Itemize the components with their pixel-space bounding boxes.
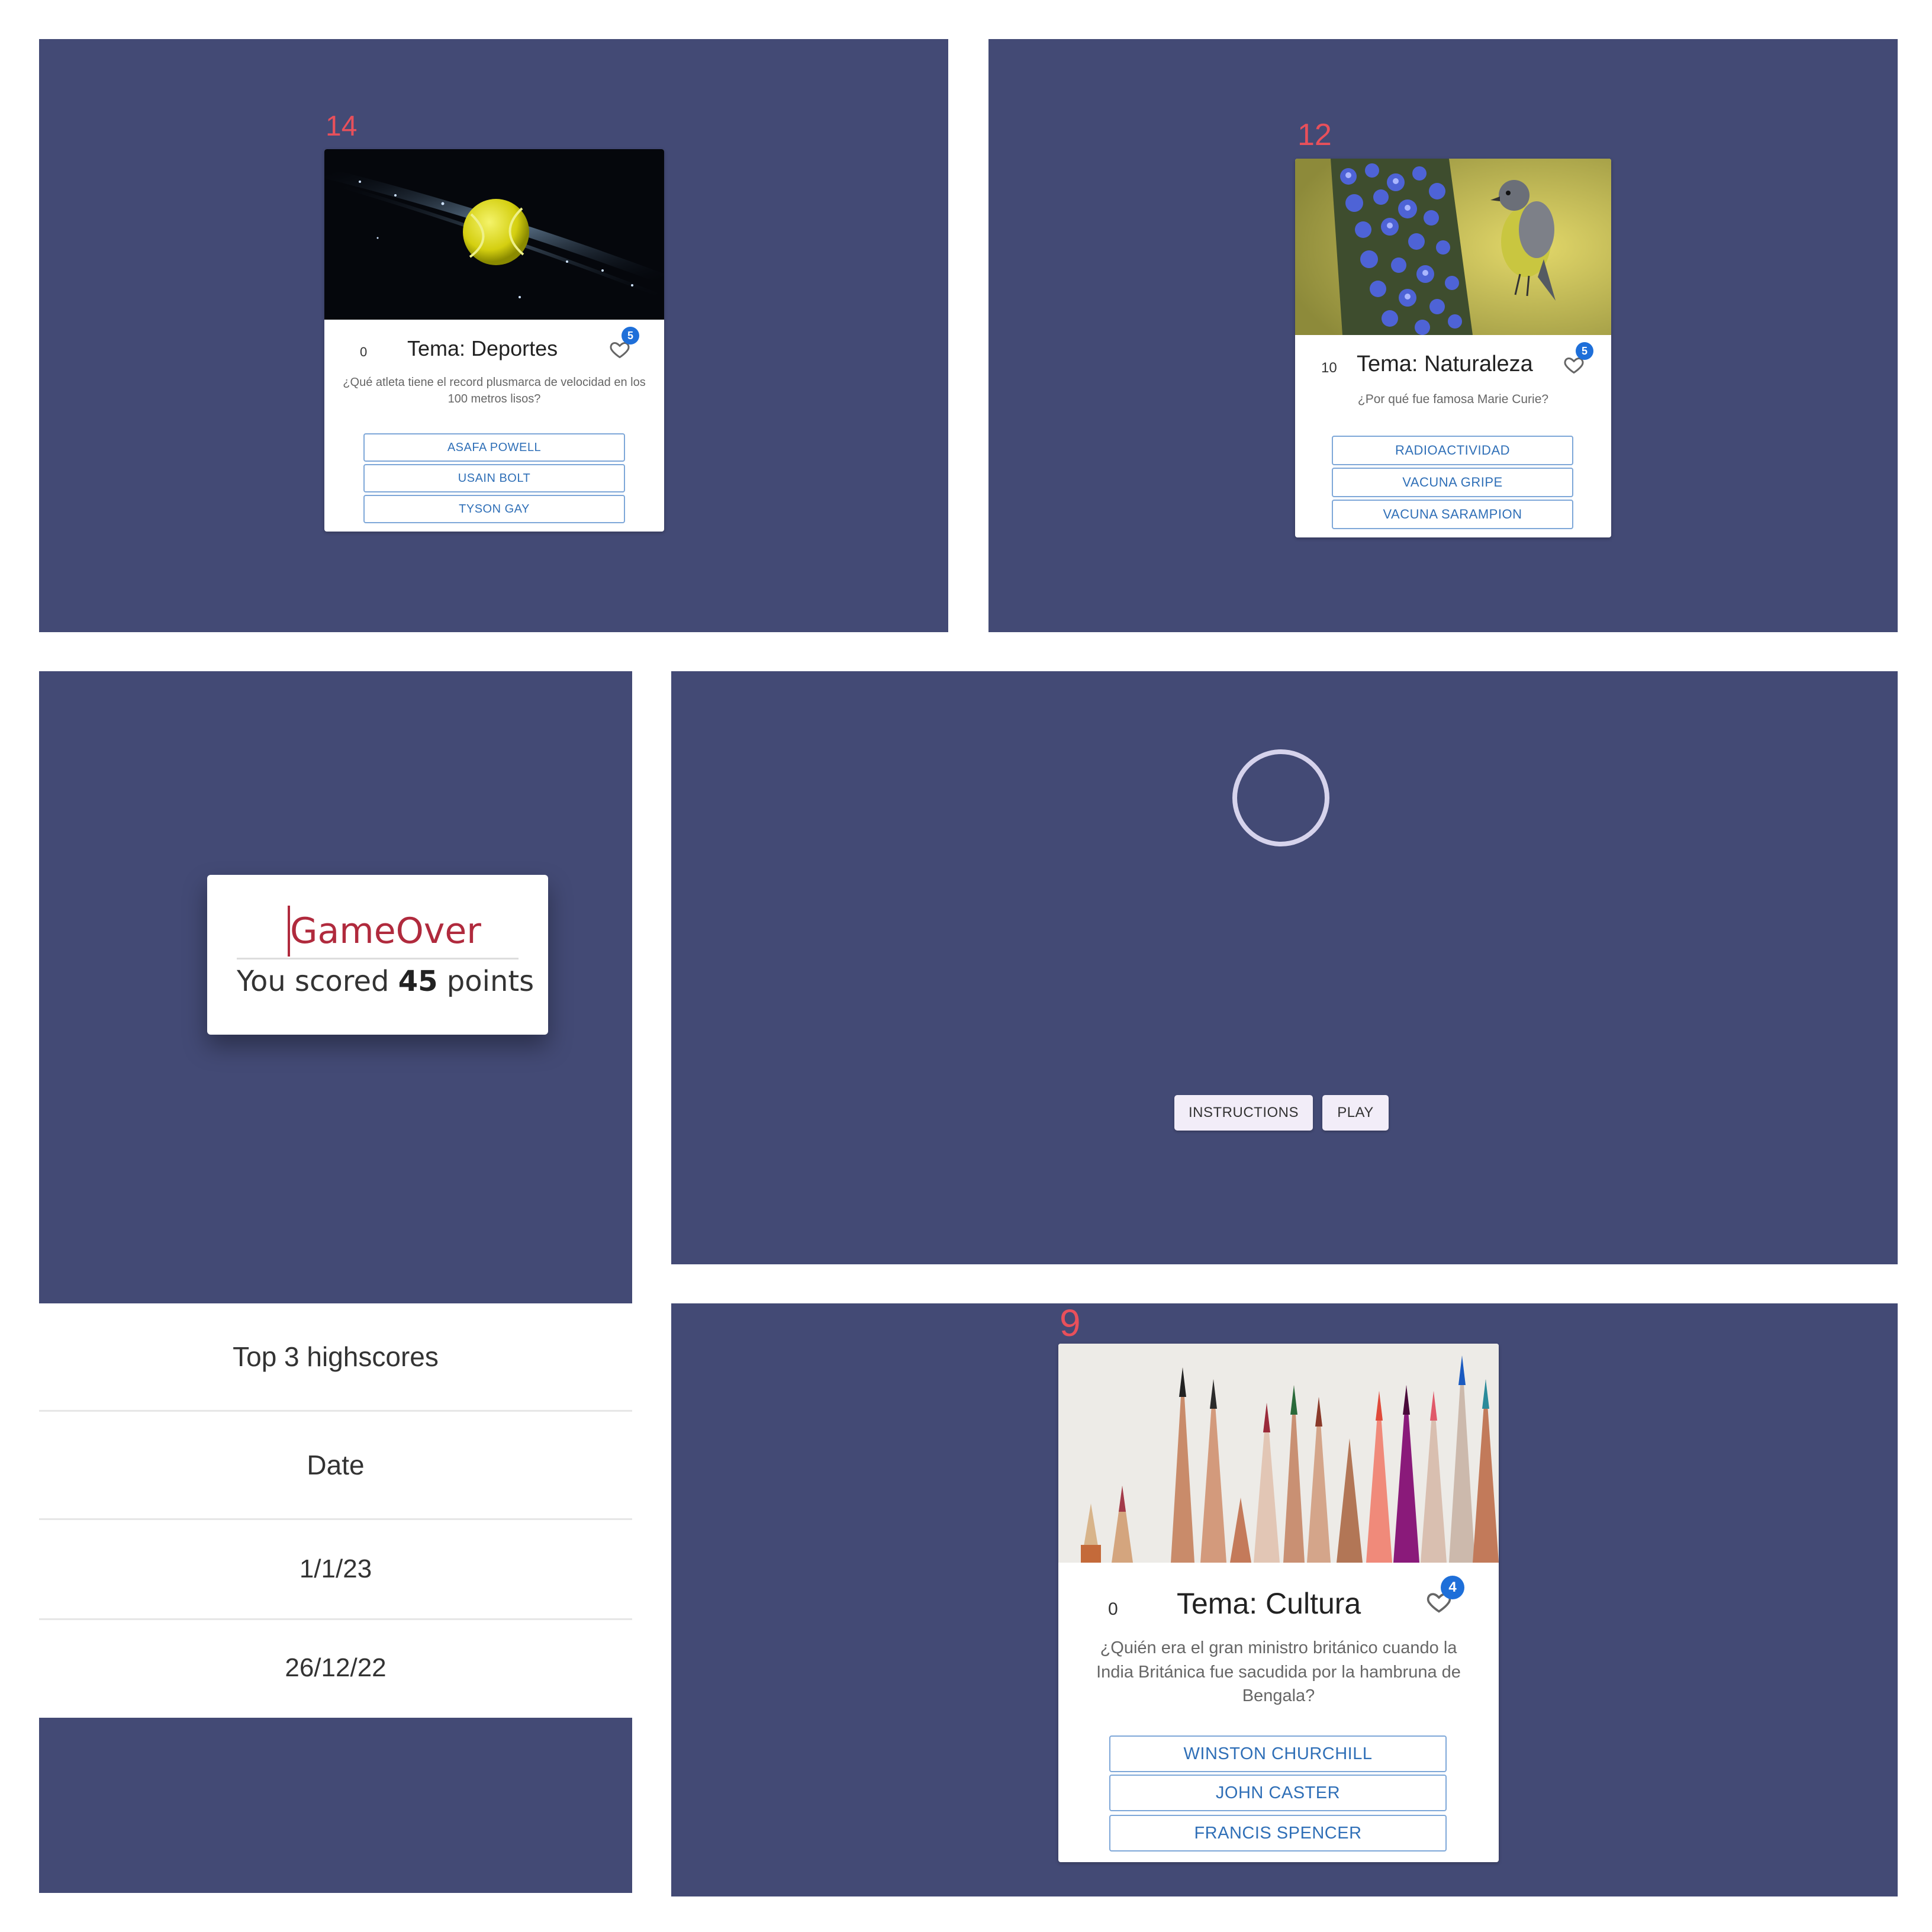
highscores-title: Top 3 highscores (39, 1303, 632, 1412)
answer-option-3[interactable]: VACUNA SARAMPION (1332, 500, 1573, 529)
question-card: 0 Tema: Deportes 5 ¿Qué atleta tiene el … (324, 149, 664, 532)
question-text: ¿Por qué fue famosa Marie Curie? (1357, 392, 1549, 406)
topic-title: Tema: Naturaleza (1357, 352, 1533, 376)
highscore-row-2: 26/12/22 (285, 1653, 387, 1682)
likes-badge: 4 (1441, 1576, 1464, 1599)
answer-option-1[interactable]: WINSTON CHURCHILL (1109, 1735, 1447, 1772)
answer-option-2[interactable]: USAIN BOLT (363, 464, 625, 492)
gameover-divider (237, 958, 519, 959)
likes-badge: 5 (1576, 342, 1593, 360)
answer-option-3[interactable]: FRANCIS SPENCER (1109, 1815, 1447, 1852)
player-score: 0 (1108, 1599, 1118, 1619)
final-score: You scored 45 points (237, 965, 534, 998)
question-card: 10 Tema: Naturaleza 5 ¿Por qué fue famos… (1295, 159, 1611, 537)
tennis-ball-image (324, 149, 664, 320)
score-prefix: You scored (237, 965, 389, 998)
panel-start-menu: INSTRUCTIONS PLAY (671, 671, 1898, 1264)
loading-spinner-icon (1232, 749, 1329, 846)
panel-nature-question: 12 10 Tema: Naturaleza 5 ¿Por qué fue fa… (988, 39, 1898, 632)
panel-sports-question: 14 0 Tema: Deportes 5 ¿Qué atleta tiene … (39, 39, 948, 632)
topic-title: Tema: Deportes (407, 336, 558, 360)
countdown-timer: 12 (1297, 118, 1332, 152)
answer-option-2[interactable]: VACUNA GRIPE (1332, 468, 1573, 497)
topic-title: Tema: Cultura (1177, 1587, 1361, 1620)
panel-culture-question: 9 0 Tema: Cultura 4 ¿Quién era el gran m… (671, 1303, 1898, 1896)
colored-pencils-image (1058, 1344, 1499, 1563)
player-score: 0 (360, 344, 368, 359)
countdown-timer: 14 (326, 111, 358, 142)
panel-highscores: Top 3 highscores Date 1/1/23 26/12/22 (39, 1303, 632, 1893)
player-score: 10 (1321, 360, 1337, 376)
answer-option-3[interactable]: TYSON GAY (363, 495, 625, 523)
countdown-timer: 9 (1060, 1303, 1081, 1344)
answer-option-1[interactable]: ASAFA POWELL (363, 433, 625, 462)
instructions-button[interactable]: INSTRUCTIONS (1174, 1095, 1313, 1131)
score-value: 45 (398, 965, 438, 998)
gameover-title: GameOver (290, 910, 481, 952)
bird-flowers-image (1295, 159, 1611, 335)
panel-gameover: GameOver You scored 45 points (39, 671, 632, 1303)
highscore-row-1: 1/1/23 (39, 1520, 632, 1620)
question-card: 0 Tema: Cultura 4 ¿Quién era el gran min… (1058, 1344, 1499, 1862)
question-text: ¿Quién era el gran ministro británico cu… (1096, 1638, 1461, 1706)
question-text: ¿Qué atleta tiene el record plusmarca de… (343, 376, 646, 405)
play-button[interactable]: PLAY (1322, 1095, 1389, 1131)
answer-option-1[interactable]: RADIOACTIVIDAD (1332, 436, 1573, 465)
highscores-column-header: Date (39, 1412, 632, 1520)
gameover-card: GameOver You scored 45 points (207, 875, 548, 1035)
answer-option-2[interactable]: JOHN CASTER (1109, 1775, 1447, 1811)
highscores-table: Top 3 highscores Date 1/1/23 26/12/22 (39, 1303, 632, 1718)
likes-badge: 5 (622, 327, 639, 344)
score-suffix: points (446, 965, 534, 998)
